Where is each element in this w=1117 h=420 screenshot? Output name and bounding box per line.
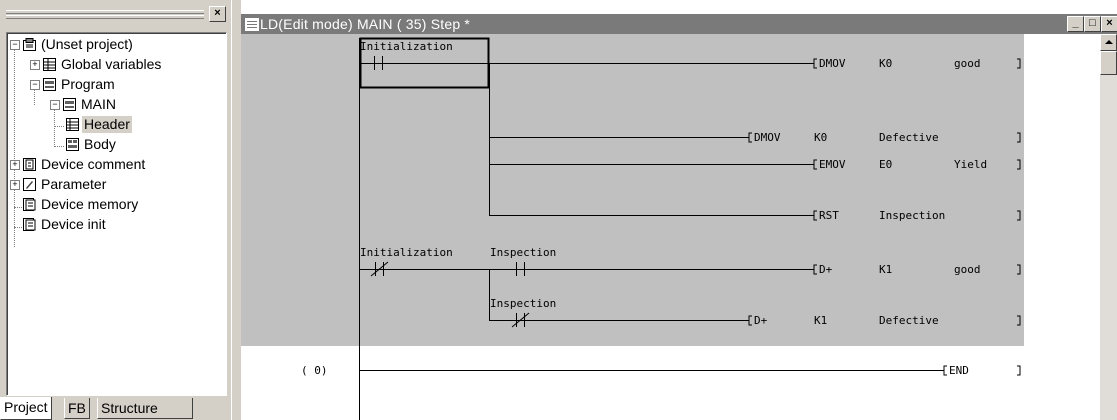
tree-item-label: Global variables — [61, 56, 162, 72]
instruction-operand[interactable]: K1 — [879, 264, 892, 276]
body-icon — [66, 138, 79, 151]
tab-project[interactable]: Project — [0, 397, 52, 420]
instruction-operand[interactable]: good — [954, 264, 981, 276]
expand-icon[interactable]: + — [10, 160, 20, 170]
collapse-icon[interactable]: − — [30, 80, 40, 90]
program-icon — [63, 98, 76, 111]
tree-line — [54, 109, 55, 147]
instruction-operand[interactable]: K0 — [814, 132, 827, 144]
contact-label[interactable]: Initialization — [360, 247, 453, 259]
tab-fb[interactable]: FB — [64, 398, 90, 419]
tree-item-label: Device init — [41, 216, 106, 232]
instruction-op[interactable]: DMOV — [754, 132, 781, 144]
contact-label[interactable]: Inspection — [490, 298, 556, 310]
instruction-operand[interactable]: K0 — [879, 58, 892, 70]
tab-structure[interactable]: Structure — [97, 398, 193, 419]
ladder-editor-window: LD(Edit mode) MAIN ( 35) Step * _ □ × In… — [241, 0, 1117, 420]
editor-titlebar[interactable]: LD(Edit mode) MAIN ( 35) Step * _ □ × — [241, 14, 1117, 34]
instruction-op[interactable]: RST — [819, 210, 839, 222]
tree-item-label: Device comment — [41, 156, 146, 172]
editor-title: LD(Edit mode) MAIN ( 35) Step * — [260, 16, 471, 32]
program-folder-icon — [43, 78, 56, 91]
header-icon — [66, 118, 79, 131]
tree-item-label: (Unset project) — [41, 36, 133, 52]
ladder-diagram[interactable]: Initialization DMOV K0 good DMOV K0 Defe… — [241, 34, 1024, 420]
tree-item-label: Parameter — [41, 176, 107, 192]
instruction-operand[interactable]: Defective — [879, 132, 939, 144]
parameter-icon — [23, 178, 36, 191]
project-panel: × − (Unset project) + Global variables −… — [0, 0, 231, 420]
panel-grip — [6, 10, 204, 14]
minimize-button[interactable]: _ — [1067, 16, 1084, 32]
tree-item-label: Device memory — [41, 196, 139, 212]
project-panel-tabs: Project FB Structure — [0, 397, 231, 420]
project-tree[interactable]: − (Unset project) + Global variables − P… — [6, 32, 227, 396]
tree-item-label: Body — [84, 136, 116, 152]
tree-item-label: Program — [61, 76, 115, 92]
ladder-lines — [359, 37, 1021, 420]
tree-item-label: MAIN — [81, 96, 116, 112]
contact-label[interactable]: Inspection — [490, 247, 556, 259]
tree-line — [14, 49, 15, 247]
instruction-op[interactable]: DMOV — [819, 58, 846, 70]
instruction-operand[interactable]: Defective — [879, 315, 939, 327]
tree-item-label: Header — [82, 116, 132, 133]
instruction-operand[interactable]: good — [954, 58, 981, 70]
vertical-scrollbar[interactable] — [1100, 34, 1117, 420]
project-panel-titlebar[interactable]: × — [4, 6, 226, 22]
device-comment-icon — [23, 158, 36, 171]
global-variables-icon — [43, 58, 56, 71]
contact-label[interactable]: Initialization — [360, 41, 453, 53]
instruction-op[interactable]: D+ — [819, 264, 832, 276]
instruction-operand[interactable]: Inspection — [879, 210, 945, 222]
tree-line — [54, 146, 64, 147]
tree-line — [54, 126, 64, 127]
panel-grip — [6, 15, 204, 19]
tree-line — [34, 89, 35, 105]
instruction-op[interactable]: END — [949, 365, 969, 377]
instruction-op[interactable]: D+ — [754, 315, 767, 327]
instruction-operand[interactable]: K1 — [814, 315, 827, 327]
expand-icon[interactable]: + — [10, 180, 20, 190]
instruction-operand[interactable]: Yield — [954, 159, 987, 171]
document-icon — [245, 18, 259, 31]
project-icon — [23, 38, 36, 51]
panel-close-button[interactable]: × — [209, 6, 226, 22]
device-init-icon — [23, 218, 36, 231]
expand-icon[interactable]: + — [30, 60, 40, 70]
scroll-up-icon[interactable] — [1100, 34, 1117, 51]
collapse-icon[interactable]: − — [10, 40, 20, 50]
maximize-button[interactable]: □ — [1084, 16, 1101, 32]
editor-blank-area — [1024, 34, 1100, 420]
instruction-operand[interactable]: E0 — [879, 159, 892, 171]
collapse-icon[interactable]: − — [50, 100, 60, 110]
device-memory-icon — [23, 198, 36, 211]
close-button[interactable]: × — [1101, 16, 1117, 32]
scroll-thumb[interactable] — [1100, 51, 1117, 75]
step-number: ( 0) — [301, 364, 328, 377]
instruction-op[interactable]: EMOV — [819, 159, 846, 171]
